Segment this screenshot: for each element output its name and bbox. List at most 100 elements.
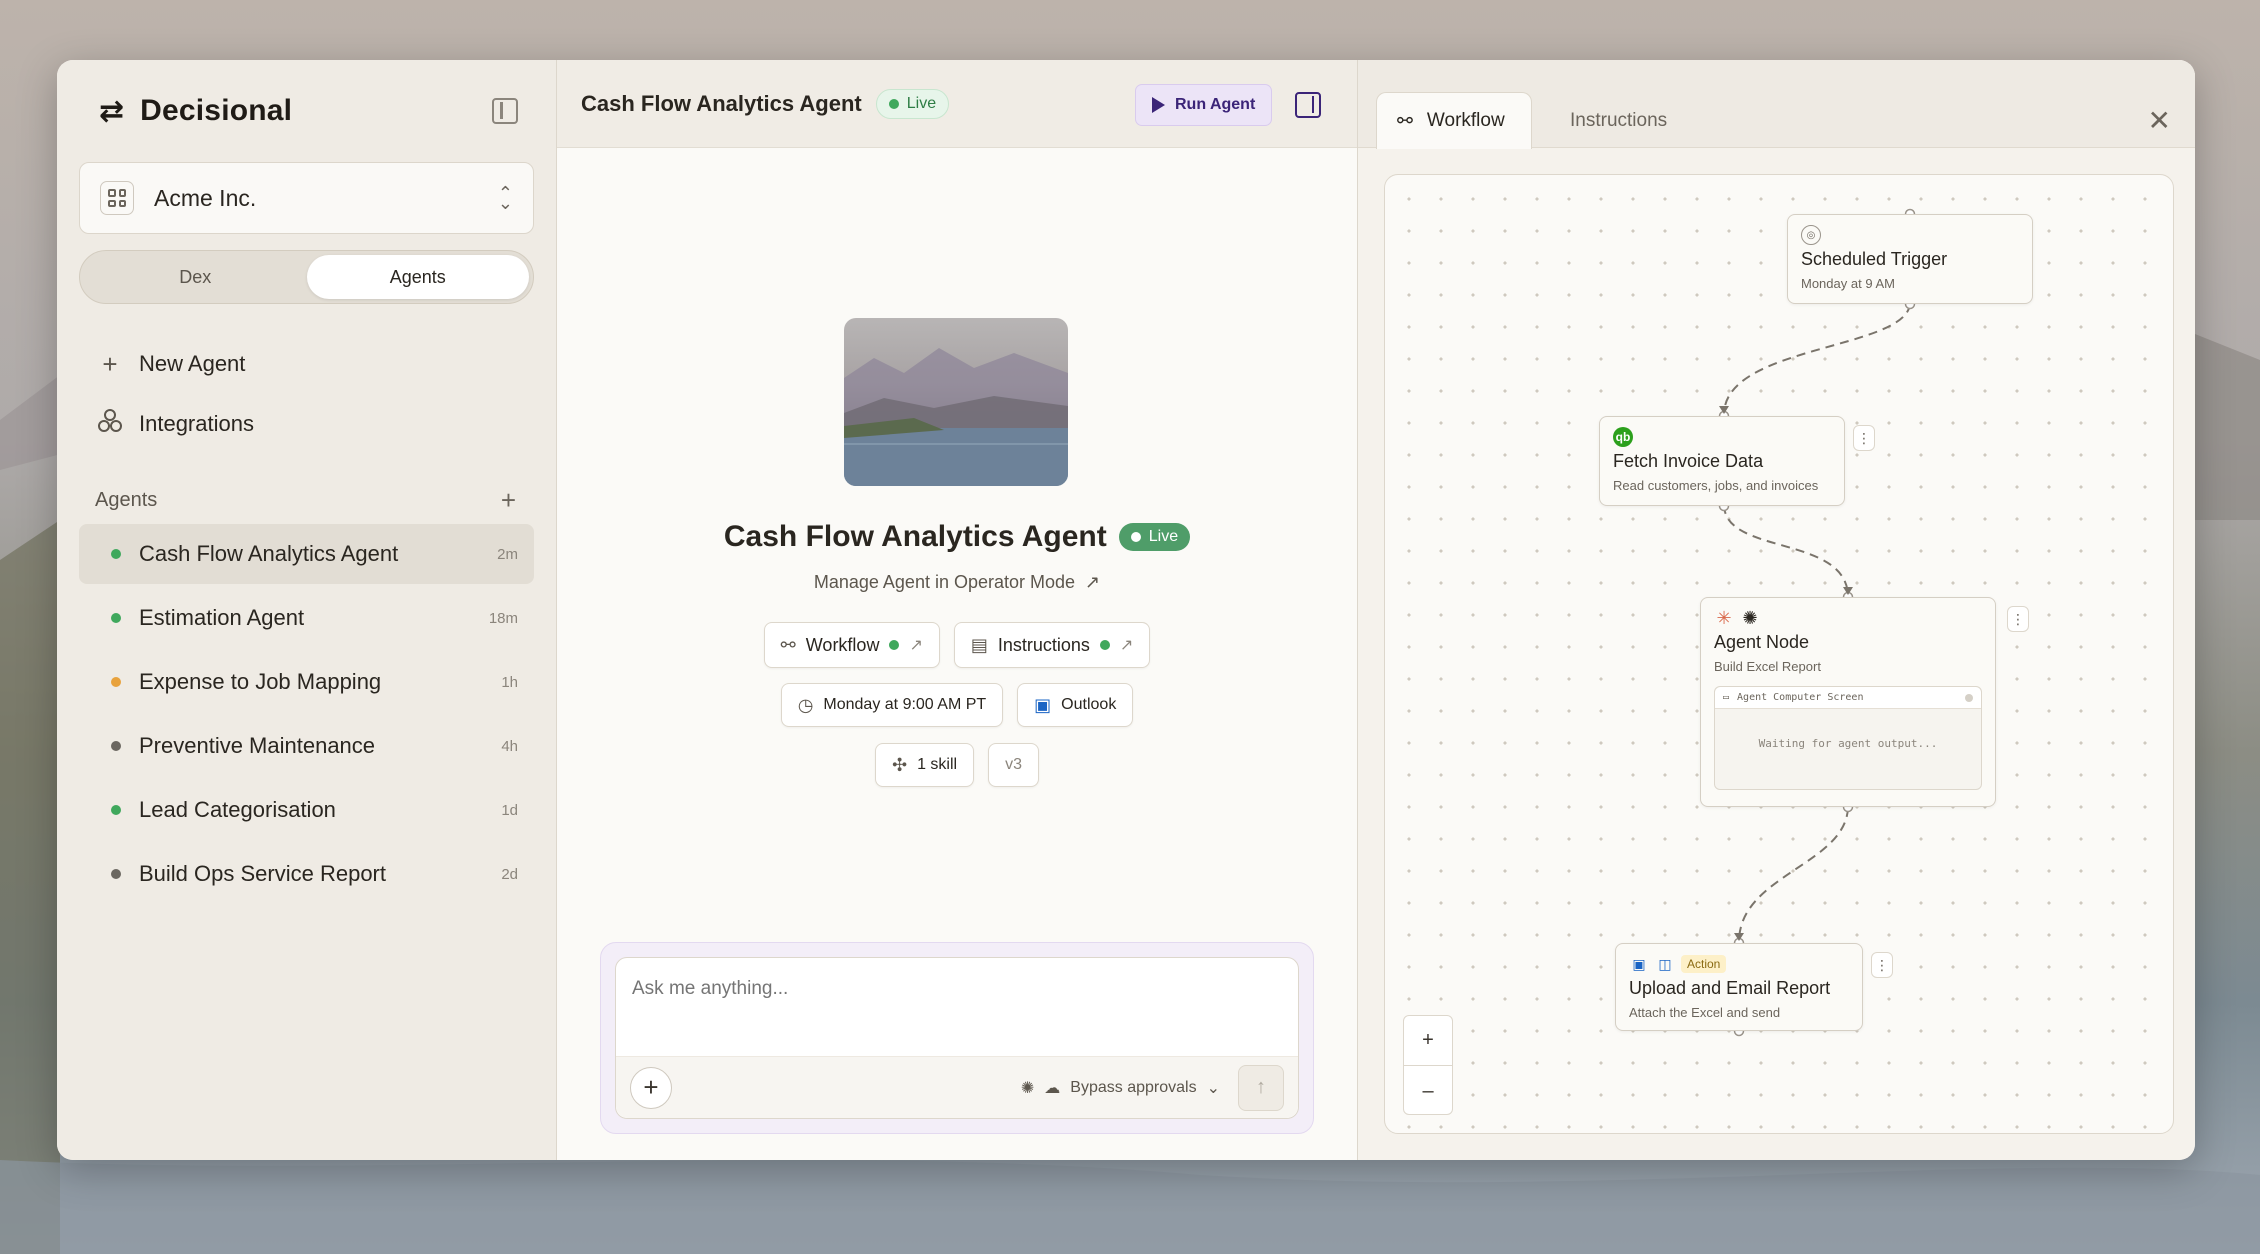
status-dot xyxy=(1965,693,1973,702)
approval-mode-select[interactable]: ✺ ☁ Bypass approvals ⌄ xyxy=(1021,1078,1220,1098)
version-chip-label: v3 xyxy=(1005,756,1022,773)
zoom-out-button[interactable]: – xyxy=(1404,1066,1452,1116)
agent-time: 1h xyxy=(501,673,518,691)
chip-row-3: ✣ 1 skill v3 xyxy=(557,743,1357,787)
version-chip[interactable]: v3 xyxy=(988,743,1039,787)
onedrive-icon: ◫ xyxy=(1658,955,1672,972)
node-scheduled-trigger[interactable]: ◎ Scheduled Trigger Monday at 9 AM xyxy=(1787,214,2033,304)
outlook-chip[interactable]: ▣ Outlook xyxy=(1017,683,1134,727)
agent-name: Expense to Job Mapping xyxy=(139,669,382,694)
workflow-icon: ⚯ xyxy=(1397,110,1413,132)
chat-composer: + ✺ ☁ Bypass approvals ⌄ ↑ xyxy=(600,942,1314,1134)
computer-screen-header: ▭ Agent Computer Screen xyxy=(1715,687,1981,709)
chip-row-2: ◷ Monday at 9:00 AM PT ▣ Outlook xyxy=(557,683,1357,727)
instructions-chip-label: Instructions xyxy=(997,634,1090,655)
node-title: Scheduled Trigger xyxy=(1801,249,1948,269)
external-link-icon: ↗ xyxy=(1080,572,1101,592)
node-agent[interactable]: ✳ ✺ Agent Node Build Excel Report ▭ Agen… xyxy=(1700,597,1996,807)
schedule-chip[interactable]: ◷ Monday at 9:00 AM PT xyxy=(780,683,1004,727)
node-menu-icon[interactable]: ⋮ xyxy=(2007,606,2029,632)
status-dot xyxy=(111,549,121,559)
puzzle-icon: ✣ xyxy=(891,754,908,775)
bypass-approvals-label: Bypass approvals xyxy=(1070,1078,1197,1096)
mode-switch: Dex Agents xyxy=(79,250,534,304)
status-dot xyxy=(889,640,900,650)
add-agent-icon[interactable]: + xyxy=(501,485,516,516)
action-badge: Action xyxy=(1681,955,1727,973)
node-menu-icon[interactable]: ⋮ xyxy=(1853,425,1875,451)
sidebar: ⇄ Decisional Acme Inc. ⌃ ⌄ Dex Agents + N… xyxy=(57,60,557,1160)
node-subtitle: Attach the Excel and send xyxy=(1629,1005,1781,1020)
outlook-icon: ▣ xyxy=(1034,694,1052,715)
quickbooks-icon: qb xyxy=(1613,427,1633,447)
tab-workflow[interactable]: ⚯ Workflow xyxy=(1376,92,1532,149)
workflow-canvas[interactable]: ◎ Scheduled Trigger Monday at 9 AM qb Fe… xyxy=(1384,174,2174,1134)
agent-list-item[interactable]: Expense to Job Mapping 1h xyxy=(79,652,534,712)
agent-name: Estimation Agent xyxy=(139,605,305,630)
segment-dex[interactable]: Dex xyxy=(84,255,307,299)
node-title: Fetch Invoice Data xyxy=(1613,451,1764,471)
node-menu-icon[interactable]: ⋮ xyxy=(1871,952,1893,978)
computer-screen-label: Agent Computer Screen xyxy=(1737,692,1864,703)
openai-icon: ✺ xyxy=(1020,1079,1035,1097)
play-icon xyxy=(1152,97,1165,113)
node-subtitle: Monday at 9 AM xyxy=(1801,276,1895,291)
external-link-icon: ↗ xyxy=(909,637,923,654)
agent-time: 1d xyxy=(501,801,518,819)
agent-name: Preventive Maintenance xyxy=(139,733,376,758)
workflow-chip-label: Workflow xyxy=(805,634,880,655)
chip-row-1: ⚯ Workflow ↗ ▤ Instructions ↗ xyxy=(557,622,1357,668)
agent-list-item[interactable]: Preventive Maintenance 4h xyxy=(79,716,534,776)
add-attachment-button[interactable]: + xyxy=(630,1066,672,1109)
openai-icon: ✺ xyxy=(1742,607,1758,628)
send-button[interactable]: ↑ xyxy=(1238,1064,1284,1111)
operator-mode-link[interactable]: Manage Agent in Operator Mode ↗ xyxy=(557,572,1357,593)
tab-instructions-label: Instructions xyxy=(1570,109,1668,131)
agent-time: 2d xyxy=(501,865,518,883)
external-link-icon: ↗ xyxy=(1119,637,1134,654)
chat-input[interactable] xyxy=(632,978,1232,1000)
integrations-button[interactable]: Integrations xyxy=(79,394,534,454)
agent-list-item[interactable]: Lead Categorisation 1d xyxy=(79,780,534,840)
org-name: Acme Inc. xyxy=(154,184,257,211)
node-title: Agent Node xyxy=(1714,632,1810,652)
zoom-in-button[interactable]: + xyxy=(1404,1016,1452,1066)
agent-list-item[interactable]: Cash Flow Analytics Agent 2m xyxy=(79,524,534,584)
plus-icon: + xyxy=(102,348,118,379)
live-badge: Live xyxy=(875,88,950,119)
agent-name: Build Ops Service Report xyxy=(139,861,386,886)
integrations-icon xyxy=(97,408,123,441)
new-agent-button[interactable]: + New Agent xyxy=(79,334,534,394)
skills-chip[interactable]: ✣ 1 skill xyxy=(874,743,975,787)
toggle-panel-icon[interactable] xyxy=(1295,92,1321,118)
node-upload-email[interactable]: ▣ ◫ Action Upload and Email Report Attac… xyxy=(1615,943,1863,1031)
segment-agents[interactable]: Agents xyxy=(306,255,529,299)
node-fetch-invoice[interactable]: qb Fetch Invoice Data Read customers, jo… xyxy=(1599,416,1845,506)
tab-instructions[interactable]: Instructions xyxy=(1550,92,1687,149)
skills-chip-label: 1 skill xyxy=(917,756,958,773)
workflow-pane: ⚯ Workflow Instructions ✕ ◎ Scheduled Tr… xyxy=(1358,60,2195,1160)
instructions-chip[interactable]: ▤ Instructions ↗ xyxy=(953,622,1151,668)
live-label: Live xyxy=(1148,528,1179,545)
close-icon[interactable]: ✕ xyxy=(2148,104,2171,137)
app-name: Decisional xyxy=(140,94,293,127)
agent-title-row: Cash Flow Analytics Agent Live xyxy=(557,520,1357,554)
agent-list-item[interactable]: Build Ops Service Report 2d xyxy=(79,844,534,904)
operator-mode-label: Manage Agent in Operator Mode xyxy=(813,572,1076,592)
run-agent-button[interactable]: Run Agent xyxy=(1135,84,1273,126)
workflow-chip[interactable]: ⚯ Workflow ↗ xyxy=(763,622,940,668)
org-switcher[interactable]: Acme Inc. ⌃ ⌄ xyxy=(79,162,534,234)
collapse-sidebar-icon[interactable] xyxy=(492,98,518,124)
chat-toolbar: + ✺ ☁ Bypass approvals ⌄ ↑ xyxy=(616,1056,1298,1118)
status-dot xyxy=(111,741,121,751)
logo-icon: ⇄ xyxy=(99,94,125,128)
node-title: Upload and Email Report xyxy=(1629,978,1831,998)
grid-icon xyxy=(100,181,134,215)
edge-trigger-fetch xyxy=(1723,303,1911,415)
agent-name: Lead Categorisation xyxy=(139,797,336,822)
new-agent-label: New Agent xyxy=(139,351,246,376)
live-label: Live xyxy=(906,94,937,112)
integrations-label: Integrations xyxy=(139,411,254,436)
agent-time: 4h xyxy=(501,737,518,755)
agent-list-item[interactable]: Estimation Agent 18m xyxy=(79,588,534,648)
